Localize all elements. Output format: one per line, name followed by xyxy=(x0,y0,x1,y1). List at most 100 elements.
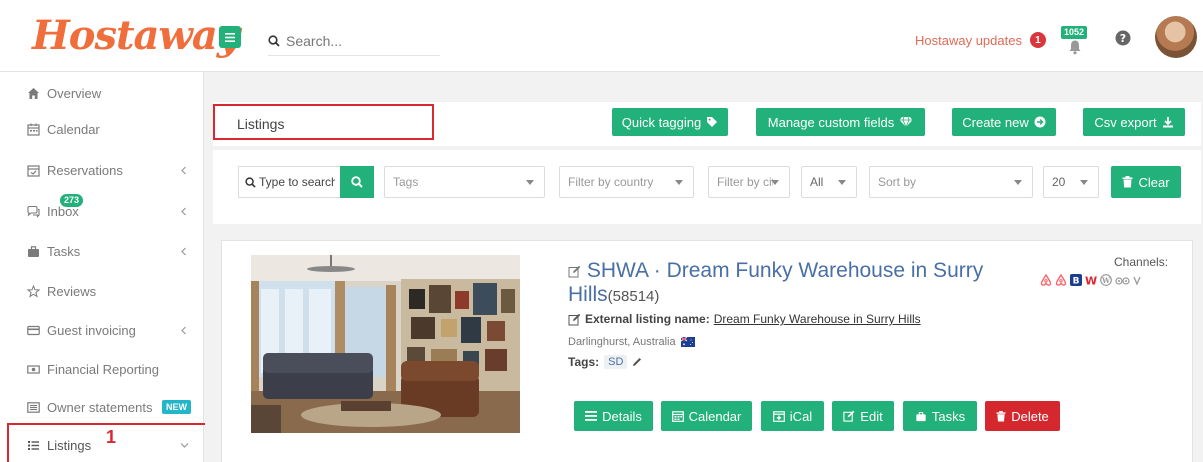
chevron-left-icon xyxy=(181,207,186,216)
edit-button[interactable]: Edit xyxy=(832,401,894,431)
edit-icon xyxy=(843,410,855,422)
sidebar-item-tasks[interactable]: Tasks xyxy=(0,232,204,270)
listing-search-button[interactable] xyxy=(340,166,374,198)
quick-tagging-button[interactable]: Quick tagging xyxy=(612,108,728,136)
sidebar-item-reservations[interactable]: Reservations xyxy=(0,151,204,189)
australia-flag-icon xyxy=(680,337,695,347)
briefcase-icon xyxy=(916,411,926,421)
channels-list: B W W xyxy=(1040,274,1141,286)
create-new-button[interactable]: Create new xyxy=(952,108,1056,136)
trash-icon xyxy=(996,410,1006,421)
button-label: iCal xyxy=(789,408,813,424)
global-search xyxy=(268,26,440,56)
button-label: Details xyxy=(602,408,642,424)
sidebar-item-label: Reviews xyxy=(47,283,97,299)
external-name-link[interactable]: Dream Funky Warehouse in Surry Hills xyxy=(714,312,921,326)
sidebar-item-owner-statements[interactable]: Owner statements NEW xyxy=(0,388,204,426)
button-label: Delete xyxy=(1011,408,1049,424)
sidebar-item-overview[interactable]: Overview xyxy=(0,74,204,112)
sidebar-item-label: Reservations xyxy=(47,162,123,178)
vrbo-icon xyxy=(1133,276,1141,286)
sidebar-item-calendar[interactable]: Calendar xyxy=(0,110,204,148)
sidebar-item-guest-invoicing[interactable]: Guest invoicing xyxy=(0,311,204,349)
status-filter-select[interactable]: All xyxy=(801,166,857,198)
button-label: Manage custom fields xyxy=(767,114,895,130)
home-icon xyxy=(28,87,39,99)
pencil-icon[interactable] xyxy=(632,357,642,367)
sidebar-item-label: Financial Reporting xyxy=(47,361,160,377)
notifications-button[interactable]: 1052 xyxy=(1058,26,1092,56)
listing-location: Darlinghurst, Australia xyxy=(568,336,695,348)
delete-button[interactable]: Delete xyxy=(985,401,1060,431)
chevron-left-icon xyxy=(181,326,186,335)
w-channel-icon: W xyxy=(1085,275,1097,287)
top-bar: Hostaway Hostaway updates 1 1052 ? xyxy=(0,0,1203,72)
external-name-label: External listing name: xyxy=(585,312,710,326)
briefcase-icon xyxy=(28,245,39,257)
listing-search-input[interactable] xyxy=(259,175,335,189)
hostaway-updates-link[interactable]: Hostaway updates 1 xyxy=(915,32,1046,48)
hostaway-logo[interactable]: Hostaway xyxy=(32,14,240,58)
calendar-button[interactable]: Calendar xyxy=(661,401,752,431)
sort-by-select[interactable]: Sort by xyxy=(869,166,1033,198)
filters-bar: Tags Filter by country Filter by city Al… xyxy=(213,150,1201,224)
details-button[interactable]: Details xyxy=(574,401,653,431)
wordpress-icon: W xyxy=(1100,274,1112,286)
ical-button[interactable]: iCal xyxy=(761,401,824,431)
sidebar-item-label: Owner statements xyxy=(47,399,153,415)
help-icon[interactable]: ? xyxy=(1115,30,1131,46)
csv-export-button[interactable]: Csv export xyxy=(1083,108,1185,136)
listing-photo[interactable] xyxy=(251,255,520,433)
diamond-icon xyxy=(899,116,913,128)
location-text: Darlinghurst, Australia xyxy=(568,336,676,348)
calendar-icon xyxy=(27,123,40,136)
airbnb-icon xyxy=(1040,274,1052,286)
bell-icon xyxy=(1069,40,1081,55)
button-label: Calendar xyxy=(688,408,742,424)
global-search-input[interactable] xyxy=(286,32,426,49)
booking-icon: B xyxy=(1070,274,1082,286)
tasks-button[interactable]: Tasks xyxy=(903,401,977,431)
clear-filters-button[interactable]: Clear xyxy=(1111,166,1181,198)
star-icon xyxy=(27,284,40,298)
sidebar-item-label: Guest invoicing xyxy=(47,322,136,338)
manage-custom-fields-button[interactable]: Manage custom fields xyxy=(756,108,925,136)
external-listing-name: External listing name: Dream Funky Wareh… xyxy=(568,312,921,326)
airbnb-icon xyxy=(1055,274,1067,286)
svg-text:W: W xyxy=(1101,276,1110,285)
calendar-check-icon xyxy=(27,164,40,177)
select-value: Filter by city xyxy=(717,175,773,189)
edit-icon[interactable] xyxy=(568,265,581,278)
tripadvisor-icon xyxy=(1115,277,1130,285)
list-alt-icon xyxy=(27,401,40,413)
menu-toggle-button[interactable] xyxy=(219,26,241,48)
svg-text:?: ? xyxy=(1120,32,1126,45)
comments-icon xyxy=(27,205,40,218)
tag-chip[interactable]: SD xyxy=(604,355,628,369)
edit-icon[interactable] xyxy=(568,313,581,326)
button-label: Edit xyxy=(860,408,883,424)
trash-icon xyxy=(1122,176,1133,188)
search-icon xyxy=(351,176,363,188)
sidebar-item-reviews[interactable]: Reviews xyxy=(0,272,204,310)
tags-label: Tags: xyxy=(568,355,600,369)
country-filter-select[interactable]: Filter by country xyxy=(559,166,694,198)
tags-filter-select[interactable]: Tags xyxy=(384,166,545,198)
sidebar-item-inbox[interactable]: Inbox 273 xyxy=(0,192,204,230)
user-avatar[interactable] xyxy=(1155,16,1197,58)
listing-card: SHWA · Dream Funky Warehouse in Surry Hi… xyxy=(221,240,1193,462)
step-number-marker: 1 xyxy=(106,427,117,447)
arrow-circle-right-icon xyxy=(1034,116,1046,128)
sidebar-item-financial-reporting[interactable]: Financial Reporting xyxy=(0,350,204,388)
hamburger-icon xyxy=(225,32,235,42)
sidebar: Overview Calendar Reservations Inbox 273… xyxy=(0,72,204,462)
page-size-select[interactable]: 20 xyxy=(1043,166,1099,198)
button-label: Clear xyxy=(1138,174,1170,190)
city-filter-select[interactable]: Filter by city xyxy=(708,166,790,198)
listing-tags: Tags: SD xyxy=(568,355,642,369)
money-icon xyxy=(27,364,40,374)
select-value: Tags xyxy=(393,175,419,189)
listing-id: (58514) xyxy=(607,288,660,305)
select-value: 20 xyxy=(1052,175,1066,189)
channels-label: Channels: xyxy=(1114,255,1169,269)
